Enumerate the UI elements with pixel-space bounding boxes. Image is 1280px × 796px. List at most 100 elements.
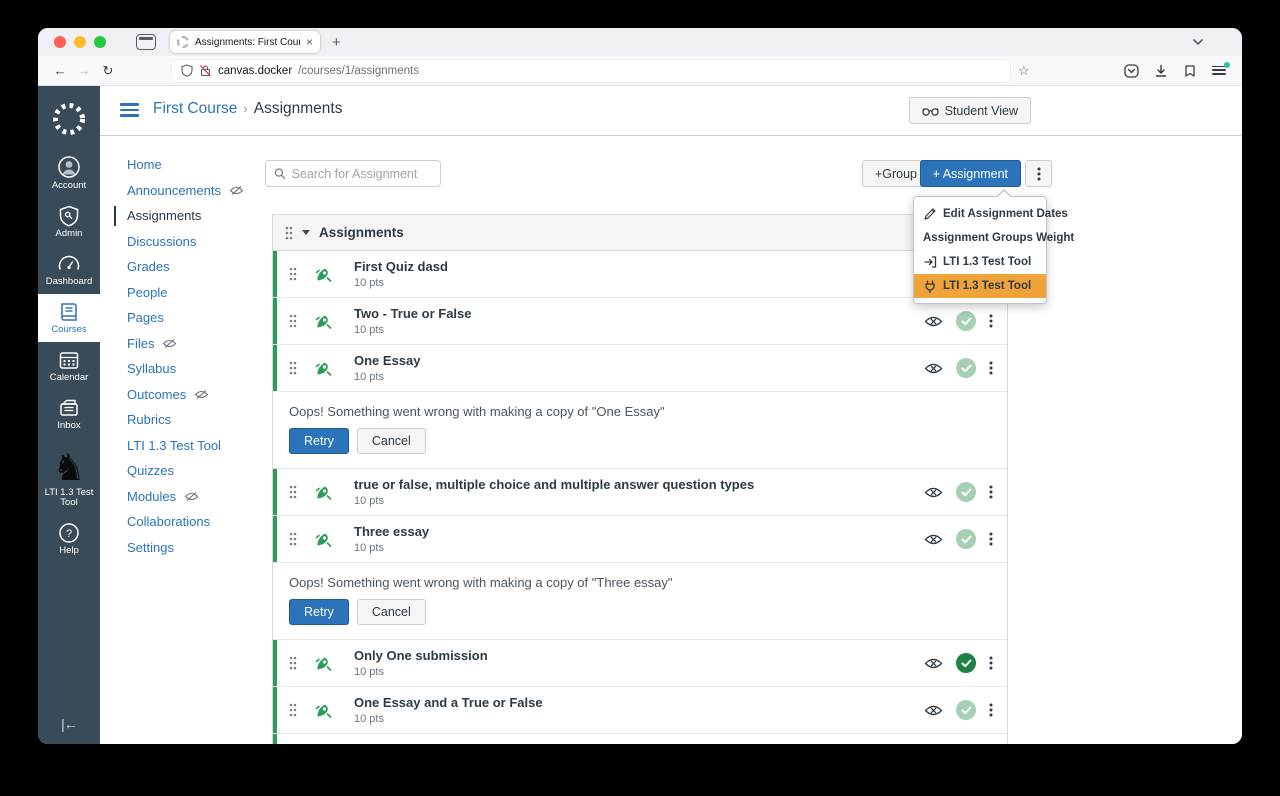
assignment-row[interactable]: One Essay and a True or False 10 pts	[273, 687, 1007, 734]
course-menu-icon[interactable]	[120, 103, 139, 117]
search-input[interactable]	[291, 166, 432, 181]
drag-handle-icon[interactable]	[285, 226, 293, 240]
new-tab-button[interactable]: +	[332, 34, 341, 51]
published-check-icon[interactable]	[956, 653, 976, 673]
visibility-eye-icon[interactable]	[924, 704, 943, 717]
course-nav-item[interactable]: Discussions	[127, 229, 277, 255]
sidebar-item-account[interactable]: Account	[38, 148, 100, 198]
course-nav-item[interactable]: Outcomes	[127, 382, 277, 408]
row-kebab-icon[interactable]	[989, 361, 993, 375]
drag-handle-icon[interactable]	[289, 314, 297, 328]
course-nav-item[interactable]: Modules	[127, 484, 277, 510]
add-assignment-button[interactable]: + Assignment	[919, 160, 1021, 187]
assignment-title[interactable]: Matching	[354, 742, 411, 744]
sidebar-item-dashboard[interactable]: Dashboard	[38, 246, 100, 294]
assignment-title[interactable]: Three essay	[354, 524, 429, 540]
drag-handle-icon[interactable]	[289, 485, 297, 499]
course-nav-item[interactable]: Syllabus	[127, 356, 277, 382]
visibility-eye-icon[interactable]	[924, 657, 943, 670]
row-kebab-icon[interactable]	[989, 532, 993, 546]
collapse-nav-button[interactable]: |←	[38, 708, 100, 744]
bookmark-star-icon[interactable]: ☆	[1018, 63, 1030, 79]
assignment-row[interactable]: Two - True or False 10 pts	[273, 298, 1007, 345]
course-nav-item[interactable]: Quizzes	[127, 458, 277, 484]
published-check-icon[interactable]	[956, 311, 976, 331]
browser-tab[interactable]: Assignments: First Course ×	[170, 31, 320, 53]
assignment-row[interactable]: Matching 10 pts	[273, 734, 1007, 744]
assignment-title[interactable]: First Quiz dasd	[354, 259, 448, 275]
minimize-window-button[interactable]	[74, 36, 86, 48]
insecure-lock-icon[interactable]	[199, 64, 212, 77]
student-view-button[interactable]: Student View	[908, 97, 1031, 124]
assignment-row[interactable]: Only One submission 10 pts	[273, 640, 1007, 687]
assignment-row[interactable]: One Essay 10 pts	[273, 345, 1007, 392]
drag-handle-icon[interactable]	[289, 703, 297, 717]
assignment-row[interactable]: true or false, multiple choice and multi…	[273, 469, 1007, 516]
course-nav-item[interactable]: Announcements	[127, 178, 277, 204]
sidebar-item-inbox[interactable]: Inbox	[38, 390, 100, 438]
course-nav-item[interactable]: Grades	[127, 254, 277, 280]
list-tabs-chevron-icon[interactable]	[1192, 36, 1204, 48]
tab-close-icon[interactable]: ×	[306, 35, 313, 49]
back-icon[interactable]: ←	[48, 63, 72, 78]
course-nav-item[interactable]: Collaborations	[127, 509, 277, 535]
extensions-icon[interactable]	[1183, 64, 1197, 78]
drag-handle-icon[interactable]	[289, 532, 297, 546]
traffic-lights[interactable]	[54, 36, 106, 48]
row-kebab-icon[interactable]	[989, 485, 993, 499]
assignment-row[interactable]: First Quiz dasd 10 pts	[273, 251, 1007, 298]
assignment-title[interactable]: One Essay and a True or False	[354, 695, 543, 711]
row-kebab-icon[interactable]	[989, 703, 993, 717]
course-nav-item[interactable]: LTI 1.3 Test Tool	[127, 433, 277, 459]
sidebar-item-admin[interactable]: Admin	[38, 198, 100, 246]
assignment-row[interactable]: Three essay 10 pts	[273, 516, 1007, 563]
menu-item-lti-test-tool-1[interactable]: LTI 1.3 Test Tool	[914, 250, 1046, 274]
assignment-title[interactable]: Only One submission	[354, 648, 488, 664]
cancel-button[interactable]: Cancel	[356, 428, 426, 454]
sidebar-item-lti-tool[interactable]: ♞ LTI 1.3 Test Tool	[38, 438, 100, 516]
menu-item-assignment-groups-weight[interactable]: Assignment Groups Weight	[914, 226, 1074, 250]
menu-item-edit-assignment-dates[interactable]: Edit Assignment Dates	[914, 202, 1068, 226]
assignment-group-header[interactable]: Assignments	[273, 215, 1007, 251]
published-check-icon[interactable]	[956, 482, 976, 502]
course-nav-item[interactable]: Files	[127, 331, 277, 357]
forward-icon[interactable]: →	[72, 63, 96, 78]
pocket-icon[interactable]	[1124, 63, 1139, 78]
drag-handle-icon[interactable]	[289, 656, 297, 670]
drag-handle-icon[interactable]	[289, 267, 297, 281]
zoom-window-button[interactable]	[94, 36, 106, 48]
menu-item-lti-test-tool-2[interactable]: LTI 1.3 Test Tool	[914, 274, 1046, 298]
drag-handle-icon[interactable]	[289, 361, 297, 375]
row-kebab-icon[interactable]	[989, 314, 993, 328]
collapse-group-caret-icon[interactable]	[302, 230, 310, 235]
assignment-title[interactable]: One Essay	[354, 353, 421, 369]
assignment-options-kebab-button[interactable]	[1025, 160, 1052, 187]
visibility-eye-icon[interactable]	[924, 486, 943, 499]
published-check-icon[interactable]	[956, 529, 976, 549]
retry-button[interactable]: Retry	[289, 428, 349, 454]
retry-button[interactable]: Retry	[289, 599, 349, 625]
breadcrumb-course-link[interactable]: First Course	[153, 100, 237, 117]
row-kebab-icon[interactable]	[989, 656, 993, 670]
assignment-title[interactable]: Two - True or False	[354, 306, 472, 322]
sidebar-item-calendar[interactable]: Calendar	[38, 342, 100, 390]
sidebar-item-help[interactable]: ? Help	[38, 515, 100, 563]
visibility-eye-icon[interactable]	[924, 315, 943, 328]
course-nav-item[interactable]: Pages	[127, 305, 277, 331]
downloads-icon[interactable]	[1154, 64, 1168, 78]
app-menu-icon[interactable]	[1212, 61, 1230, 76]
course-nav-item[interactable]: Settings	[127, 535, 277, 561]
close-window-button[interactable]	[54, 36, 66, 48]
course-nav-item[interactable]: Assignments	[114, 203, 277, 229]
course-nav-item[interactable]: Rubrics	[127, 407, 277, 433]
cancel-button[interactable]: Cancel	[356, 599, 426, 625]
assignment-title[interactable]: true or false, multiple choice and multi…	[354, 477, 754, 493]
published-check-icon[interactable]	[956, 700, 976, 720]
shield-permissions-icon[interactable]	[181, 64, 193, 77]
course-nav-item[interactable]: Home	[127, 152, 277, 178]
published-check-icon[interactable]	[956, 358, 976, 378]
visibility-eye-icon[interactable]	[924, 533, 943, 546]
course-nav-item[interactable]: People	[127, 280, 277, 306]
visibility-eye-icon[interactable]	[924, 362, 943, 375]
url-bar[interactable]: canvas.docker/courses/1/assignments	[172, 59, 1010, 82]
